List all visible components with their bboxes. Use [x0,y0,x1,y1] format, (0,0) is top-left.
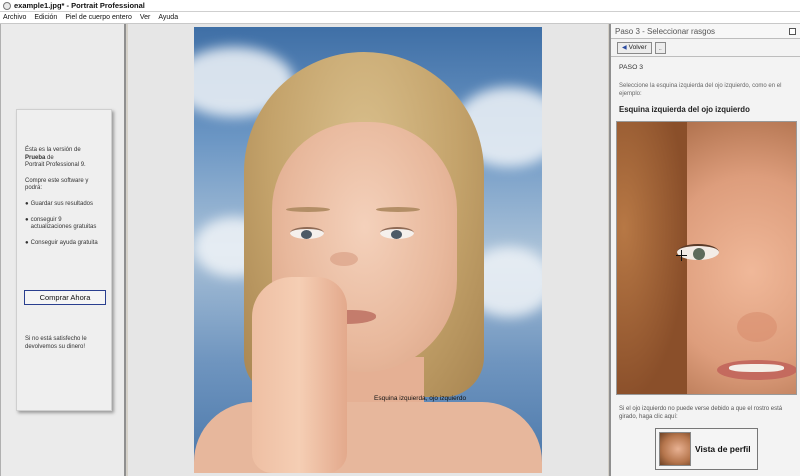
bullet-icon: ● [25,200,29,207]
example-nose-shape [737,312,777,342]
example-image [616,121,797,395]
trial-notice: Ésta es la versión de Prueba de Portrait… [25,147,86,169]
back-button[interactable]: ◀ Volver [617,41,652,54]
help-text: Si el ojo izquierdo no puede verse debid… [619,406,783,420]
options-button[interactable]: .. [654,41,666,54]
menu-piel[interactable]: Piel de cuerpo entero [65,14,132,21]
instruction-text: Seleccione la esquina izquierda del ojo … [619,83,782,97]
crosshair-icon [676,250,687,261]
pin-icon[interactable] [789,27,796,35]
right-eye-shape [380,227,414,239]
example-teeth-shape [729,364,784,372]
menu-edicion[interactable]: Edición [34,14,57,21]
panel-toolbar: ◀ Volver .. [611,39,800,57]
buy-now-button[interactable]: Comprar Ahora [24,290,106,305]
nose-shape [330,252,358,266]
menu-ver[interactable]: Ver [140,14,151,21]
refund-text: Si no está satisfecho le devolvemos su d… [25,336,87,350]
benefit-item: ● Conseguir ayuda gratuita [25,239,98,246]
right-brow-shape [376,207,420,212]
bullet-icon: ● [25,216,29,223]
title-bar: example1.jpg* - Portrait Professional [0,0,800,12]
right-panel: Paso 3 - Seleccionar rasgos ◀ Volver .. … [609,24,800,476]
image-canvas[interactable]: Esquina izquierda, ojo izquierdo [128,24,608,476]
menu-bar: Archivo Edición Piel de cuerpo entero Ve… [0,12,800,24]
app-icon [3,1,11,10]
menu-archivo[interactable]: Archivo [3,14,26,21]
panel-header: Paso 3 - Seleccionar rasgos [611,24,800,39]
back-label: Volver [628,44,647,51]
left-eye-shape [290,227,324,239]
feature-marker-label: Esquina izquierda, ojo izquierdo [374,395,467,402]
left-brow-shape [286,207,330,212]
trial-promo-box: Ésta es la versión de Prueba de Portrait… [16,109,112,411]
left-panel: Ésta es la versión de Prueba de Portrait… [0,24,126,476]
feature-title: Esquina izquierda del ojo izquierdo [619,105,750,114]
panel-title: Paso 3 - Seleccionar rasgos [615,26,716,36]
menu-ayuda[interactable]: Ayuda [158,14,178,21]
back-arrow-icon: ◀ [622,45,627,51]
benefit-item: ● conseguir 9 actualizaciones gratuitas [25,216,97,231]
profile-view-button[interactable]: Vista de perfil [655,428,758,470]
buy-prompt: Compre este software y podrá: [25,177,89,192]
portrait-photo[interactable]: Esquina izquierda, ojo izquierdo [194,27,542,473]
profile-view-label: Vista de perfil [695,444,751,454]
bullet-icon: ● [25,239,29,246]
shoulders-shape [194,402,542,473]
window-title: example1.jpg* - Portrait Professional [14,1,145,10]
step-label: PASO 3 [619,64,644,71]
profile-thumbnail [659,432,691,466]
hand-shape [252,277,347,473]
benefit-item: ● Guardar sus resultados [25,200,93,207]
